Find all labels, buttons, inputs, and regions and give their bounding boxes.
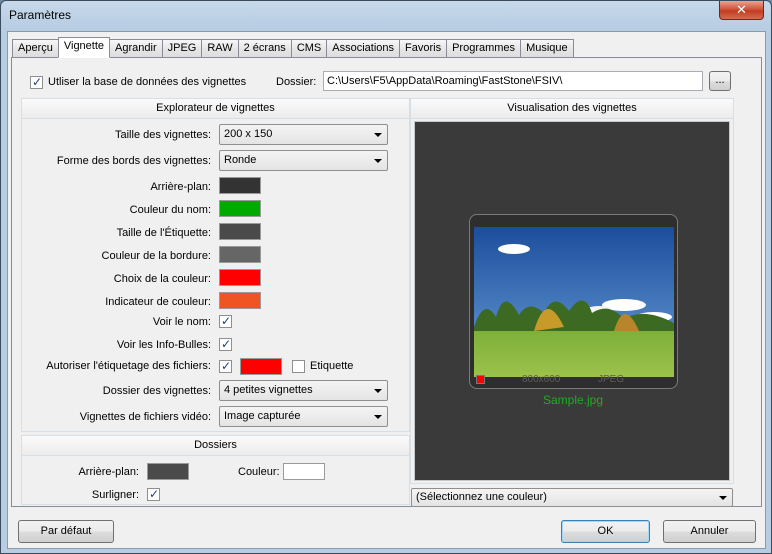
cancel-button[interactable]: Annuler bbox=[663, 520, 756, 543]
name-color-swatch[interactable] bbox=[219, 200, 261, 217]
tab-favoris[interactable]: Favoris bbox=[399, 39, 448, 58]
close-button[interactable]: ✕ bbox=[719, 1, 764, 20]
dossiers-color-label: Couleur: bbox=[238, 466, 280, 478]
use-db-checkbox[interactable]: ✓ bbox=[30, 75, 43, 89]
window-title: Paramètres bbox=[9, 8, 72, 22]
etiquette-checkbox[interactable] bbox=[292, 360, 305, 373]
show-infobulles-checkbox[interactable]: ✓ bbox=[219, 337, 232, 351]
preview-color-select[interactable]: (Sélectionnez une couleur) bbox=[411, 488, 733, 507]
video-thumbs-select[interactable]: Image capturée bbox=[219, 406, 388, 427]
dialog-client: Aperçu Vignette Agrandir JPEG RAW 2 écra… bbox=[7, 31, 766, 549]
allow-tagging-checkbox[interactable]: ✓ bbox=[219, 359, 232, 373]
vignette-panel: ✓ Utliser la base de données des vignett… bbox=[11, 57, 762, 507]
settings-window: Paramètres ✕ Aperçu Vignette Agrandir JP… bbox=[0, 0, 772, 554]
thumb-size-value: 200 x 150 bbox=[224, 128, 273, 140]
check-icon: ✓ bbox=[32, 75, 43, 89]
default-button[interactable]: Par défaut bbox=[18, 520, 114, 543]
thumb-folder-value: 4 petites vignettes bbox=[224, 384, 313, 396]
thumb-size-select[interactable]: 200 x 150 bbox=[219, 124, 388, 145]
color-choice-swatch[interactable] bbox=[219, 269, 261, 286]
dossiers-background-swatch[interactable] bbox=[147, 463, 189, 480]
tab-associations[interactable]: Associations bbox=[326, 39, 401, 58]
highlight-label: Surligner: bbox=[91, 489, 139, 501]
tab-cms[interactable]: CMS bbox=[290, 39, 328, 58]
border-color-label: Couleur de la bordure: bbox=[101, 250, 211, 262]
background-label: Arrière-plan: bbox=[150, 181, 211, 193]
color-choice-label: Choix de la couleur: bbox=[113, 273, 211, 285]
video-thumbs-value: Image capturée bbox=[224, 410, 301, 422]
etiquette-label: Etiquette bbox=[310, 360, 354, 372]
show-infobulles-label: Voir les Info-Bulles: bbox=[116, 339, 211, 351]
ok-button[interactable]: OK bbox=[561, 520, 650, 543]
tagging-color-swatch[interactable] bbox=[240, 358, 282, 375]
border-color-swatch[interactable] bbox=[219, 246, 261, 263]
dossiers-header: Dossiers bbox=[22, 436, 409, 456]
chevron-down-icon bbox=[374, 133, 382, 137]
preview-color-select-value: (Sélectionnez une couleur) bbox=[416, 491, 547, 503]
check-icon: ✓ bbox=[221, 337, 232, 351]
show-name-label: Voir le nom: bbox=[152, 316, 211, 328]
thumb-folder-select[interactable]: 4 petites vignettes bbox=[219, 380, 388, 401]
tab-raw[interactable]: RAW bbox=[201, 39, 239, 58]
chevron-down-icon bbox=[374, 389, 382, 393]
tab-2-ecrans[interactable]: 2 écrans bbox=[237, 39, 292, 58]
check-icon: ✓ bbox=[221, 314, 232, 328]
preview-header: Visualisation des vignettes bbox=[411, 99, 733, 119]
chevron-down-icon bbox=[719, 496, 727, 500]
thumb-size-label: Taille des vignettes: bbox=[115, 129, 211, 141]
background-color-swatch[interactable] bbox=[219, 177, 261, 194]
thumbnail-dims: 800x600 bbox=[522, 374, 561, 385]
chevron-down-icon bbox=[374, 159, 382, 163]
allow-tagging-label: Autoriser l'étiquetage des fichiers: bbox=[46, 360, 211, 372]
thumbnail-card[interactable]: 800x600 JPEG bbox=[469, 214, 678, 389]
folder-label: Dossier: bbox=[276, 76, 317, 88]
landscape-image bbox=[474, 227, 674, 377]
border-shape-label: Forme des bords des vignettes: bbox=[56, 155, 211, 167]
tab-musique[interactable]: Musique bbox=[520, 39, 574, 58]
chevron-down-icon bbox=[374, 415, 382, 419]
dossiers-group: Dossiers Arrière-plan: Couleur: Surligne… bbox=[21, 435, 410, 505]
highlight-checkbox[interactable]: ✓ bbox=[147, 487, 160, 501]
tab-programmes[interactable]: Programmes bbox=[446, 39, 522, 58]
browse-button[interactable]: ... bbox=[709, 71, 731, 91]
video-thumbs-label: Vignettes de fichiers vidéo: bbox=[79, 411, 211, 423]
tab-jpeg[interactable]: JPEG bbox=[161, 39, 203, 58]
dossiers-background-label: Arrière-plan: bbox=[78, 466, 139, 478]
explorer-group: Explorateur de vignettes Taille des vign… bbox=[21, 98, 410, 432]
folder-path-input[interactable]: C:\Users\F5\AppData\Roaming\FastStone\FS… bbox=[323, 71, 703, 91]
color-tag-icon bbox=[476, 375, 485, 384]
dossiers-color-swatch[interactable] bbox=[283, 463, 325, 480]
title-bar[interactable]: Paramètres ✕ bbox=[1, 1, 771, 31]
name-color-label: Couleur du nom: bbox=[129, 204, 211, 216]
tab-agrandir[interactable]: Agrandir bbox=[109, 39, 163, 58]
border-shape-value: Ronde bbox=[224, 154, 257, 166]
thumb-folder-label: Dossier des vignettes: bbox=[102, 385, 211, 397]
thumbnail-preview-area: 800x600 JPEG Sample.jpg bbox=[414, 121, 730, 481]
explorer-header: Explorateur de vignettes bbox=[22, 99, 409, 119]
tab-apercu[interactable]: Aperçu bbox=[12, 39, 59, 58]
color-indicator-swatch[interactable] bbox=[219, 292, 261, 309]
label-size-swatch[interactable] bbox=[219, 223, 261, 240]
border-shape-select[interactable]: Ronde bbox=[219, 150, 388, 171]
tab-vignette[interactable]: Vignette bbox=[57, 37, 111, 58]
use-db-label: Utliser la base de données des vignettes bbox=[48, 76, 247, 88]
check-icon: ✓ bbox=[221, 359, 232, 373]
show-name-checkbox[interactable]: ✓ bbox=[219, 314, 232, 328]
color-indicator-label: Indicateur de couleur: bbox=[105, 296, 211, 308]
sample-photo bbox=[474, 227, 674, 377]
thumbnail-filename: Sample.jpg bbox=[542, 393, 604, 407]
label-size-label: Taille de l'Étiquette: bbox=[116, 227, 211, 239]
check-icon: ✓ bbox=[149, 487, 160, 501]
tab-strip: Aperçu Vignette Agrandir JPEG RAW 2 écra… bbox=[12, 37, 574, 58]
thumbnail-format: JPEG bbox=[598, 374, 625, 385]
